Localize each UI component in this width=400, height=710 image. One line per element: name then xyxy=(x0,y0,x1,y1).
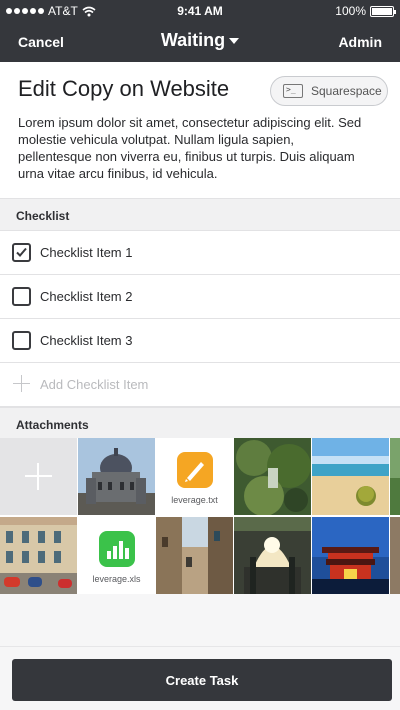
tag-label: Squarespace xyxy=(311,84,382,98)
checklist-heading: Checklist xyxy=(0,198,400,231)
status-title: Waiting xyxy=(160,30,226,50)
numbers-app-icon xyxy=(99,531,135,567)
checkmark-icon xyxy=(16,247,27,257)
file-name: leverage.xls xyxy=(92,574,141,584)
attachment-photo-street[interactable] xyxy=(0,517,77,594)
checkbox-checked[interactable] xyxy=(12,243,31,262)
plus-icon xyxy=(13,375,30,392)
checklist-item-label: Checklist Item 1 xyxy=(40,245,133,260)
admin-button[interactable]: Admin xyxy=(338,34,382,50)
attachment-file-xls[interactable]: leverage.xls xyxy=(78,517,155,594)
attachments-heading: Attachments xyxy=(0,407,400,438)
pages-app-icon xyxy=(177,452,213,488)
task-title: Edit Copy on Website xyxy=(18,76,230,101)
attachment-photo-partial-2[interactable] xyxy=(390,517,400,594)
attachments-heading-label: Attachments xyxy=(16,418,89,432)
checklist-item[interactable]: Checklist Item 3 xyxy=(0,319,400,363)
checklist-item[interactable]: Checklist Item 2 xyxy=(0,275,400,319)
attachment-photo-beach[interactable] xyxy=(312,438,389,515)
attachment-photo-alley[interactable] xyxy=(156,517,233,594)
checklist-item[interactable]: Checklist Item 1 xyxy=(0,231,400,275)
battery-percent: 100% xyxy=(335,4,366,18)
attachment-photo-partial[interactable] xyxy=(390,438,400,515)
attachment-photo-garden-gate[interactable] xyxy=(234,517,311,594)
add-attachment-button[interactable] xyxy=(0,438,77,515)
bottom-bar: Create Task xyxy=(0,646,400,710)
checklist-heading-label: Checklist xyxy=(16,209,70,223)
task-description: Lorem ipsum dolor sit amet, consectetur … xyxy=(18,115,362,181)
attachment-photo-temple[interactable] xyxy=(312,517,389,594)
checkbox[interactable] xyxy=(12,287,31,306)
battery-icon xyxy=(370,5,396,17)
attachments-grid: leverage.txt leverage.xls xyxy=(0,438,400,594)
checkbox[interactable] xyxy=(12,331,31,350)
top-bar: AT&T 9:41 AM 100% Cancel Waiting Admin xyxy=(0,0,400,62)
status-bar: AT&T 9:41 AM 100% xyxy=(0,0,400,20)
create-task-button[interactable]: Create Task xyxy=(12,659,392,701)
checklist-item-label: Checklist Item 3 xyxy=(40,333,133,348)
attachment-photo-cathedral[interactable] xyxy=(78,438,155,515)
file-name: leverage.txt xyxy=(171,495,218,505)
add-checklist-item-label: Add Checklist Item xyxy=(40,377,149,392)
add-checklist-item[interactable]: Add Checklist Item xyxy=(0,363,400,407)
nav-bar: Cancel Waiting Admin xyxy=(0,22,400,62)
project-tag[interactable]: >_ Squarespace xyxy=(270,76,388,106)
attachment-photo-forest[interactable] xyxy=(234,438,311,515)
attachment-file-txt[interactable]: leverage.txt xyxy=(156,438,233,515)
caret-down-icon xyxy=(229,38,240,45)
terminal-icon: >_ xyxy=(283,84,303,98)
checklist-item-label: Checklist Item 2 xyxy=(40,289,133,304)
task-header: Edit Copy on Website >_ Squarespace Lore… xyxy=(0,62,400,198)
